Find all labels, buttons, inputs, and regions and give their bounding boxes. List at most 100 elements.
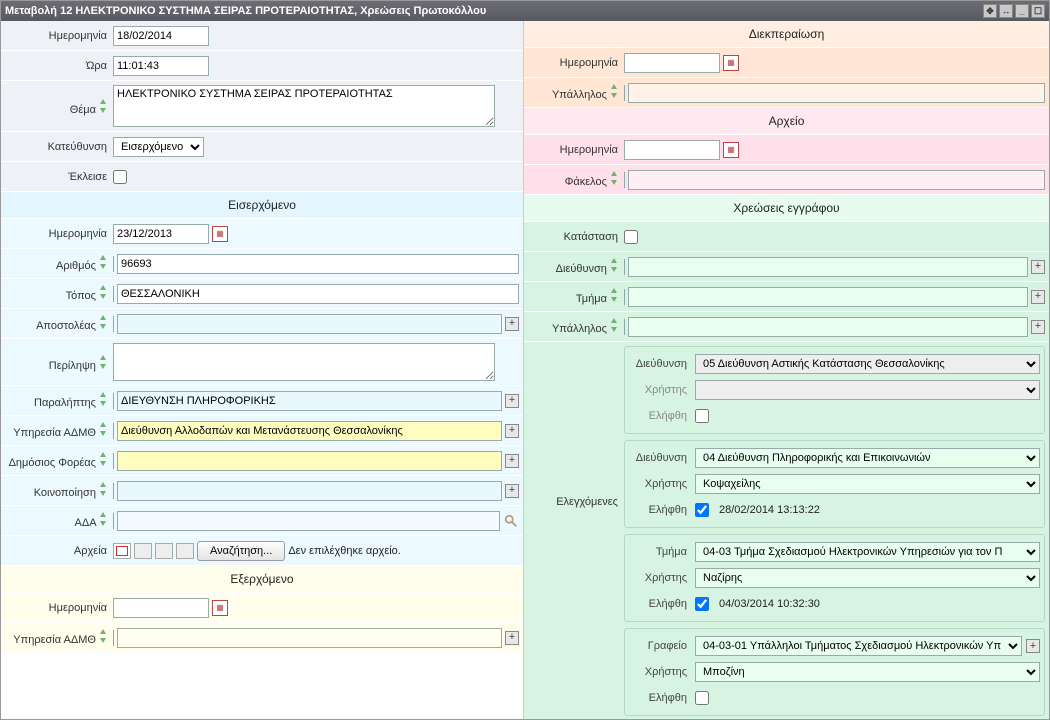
date-input[interactable] [113, 26, 209, 46]
block-key-select[interactable]: 05 Διεύθυνση Αστικής Κατάστασης Θεσσαλον… [695, 354, 1040, 374]
ada-input[interactable] [117, 511, 500, 531]
block-key-select[interactable]: 04 Διεύθυνση Πληροφορικής και Επικοινωνι… [695, 448, 1040, 468]
in-date-input[interactable] [113, 224, 209, 244]
file-browse-button[interactable]: Αναζήτηση... [197, 541, 285, 561]
topic-textarea[interactable]: ΗΛΕΚΤΡΟΝΙΚΟ ΣΥΣΤΗΜΑ ΣΕΙΡΑΣ ΠΡΟΤΕΡΑΙΟΤΗΤΑ… [113, 85, 495, 127]
out-date-label: Ημερομηνία [5, 602, 113, 614]
add-icon[interactable]: + [505, 394, 519, 408]
out-date-input[interactable] [113, 598, 209, 618]
sort-icon[interactable] [99, 355, 107, 369]
sort-icon[interactable] [99, 629, 107, 643]
divider [113, 513, 114, 529]
sort-icon[interactable] [610, 171, 618, 185]
emp-input[interactable] [628, 317, 1028, 337]
public-input[interactable] [117, 451, 502, 471]
add-icon[interactable]: + [505, 424, 519, 438]
sort-icon[interactable] [99, 255, 107, 269]
sort-icon[interactable] [99, 285, 107, 299]
sort-icon[interactable] [610, 318, 618, 332]
arch-date-input[interactable] [624, 140, 720, 160]
proc-emp-input[interactable] [628, 83, 1045, 103]
row-summary: Περίληψη [1, 339, 523, 386]
block-user-select[interactable]: Ναζίρης [695, 568, 1040, 588]
dept-input[interactable] [628, 287, 1028, 307]
row-proc-emp: Υπάλληλος [524, 78, 1049, 108]
add-icon[interactable]: + [505, 484, 519, 498]
calendar-icon[interactable]: ▦ [212, 226, 228, 242]
block-received-checkbox[interactable] [695, 503, 709, 517]
add-icon[interactable]: + [505, 454, 519, 468]
add-icon[interactable]: + [1031, 290, 1045, 304]
block-key-select[interactable]: 04-03 Τμήμα Σχεδιασμού Ηλεκτρονικών Υπηρ… [695, 542, 1040, 562]
sort-icon[interactable] [99, 512, 107, 526]
block-received-checkbox[interactable] [695, 691, 709, 705]
sort-icon[interactable] [99, 315, 107, 329]
row-admth: Υπηρεσία ΑΔΜΘ + [1, 416, 523, 446]
row-recipient: Παραλήπτης + [1, 386, 523, 416]
admth-label-wrap: Υπηρεσία ΑΔΜΘ [5, 422, 113, 439]
time-input[interactable] [113, 56, 209, 76]
block-user-label: Χρήστης [629, 666, 691, 678]
window: Μεταβολή 12 ΗΛΕΚΤΡΟΝΙΚΟ ΣΥΣΤΗΜΑ ΣΕΙΡΑΣ Π… [0, 0, 1050, 720]
status-checkbox[interactable] [624, 230, 638, 244]
add-icon[interactable]: + [1031, 260, 1045, 274]
dir-input[interactable] [628, 257, 1028, 277]
sort-icon[interactable] [610, 258, 618, 272]
calendar-icon[interactable]: ▦ [723, 55, 739, 71]
sort-icon[interactable] [99, 392, 107, 406]
sender-input[interactable] [117, 314, 502, 334]
summary-label-wrap: Περίληψη [5, 343, 113, 372]
restore-icon[interactable]: ↔ [999, 4, 1013, 18]
sort-icon[interactable] [99, 99, 107, 113]
block-user-select[interactable] [695, 380, 1040, 400]
dir-label: Διεύθυνση [556, 263, 607, 275]
out-admth-input[interactable] [117, 628, 502, 648]
sort-icon[interactable] [610, 84, 618, 98]
arch-folder-label: Φάκελος [565, 176, 607, 188]
sort-icon[interactable] [99, 422, 107, 436]
block-user-select[interactable]: Μποζίνη [695, 662, 1040, 682]
add-icon[interactable]: + [1026, 639, 1040, 653]
in-date-label: Ημερομηνία [5, 228, 113, 240]
closed-checkbox[interactable] [113, 170, 127, 184]
file-thumb-icon[interactable] [155, 543, 173, 559]
file-thumb-icon[interactable] [134, 543, 152, 559]
in-num-input[interactable] [117, 254, 519, 274]
sort-icon[interactable] [610, 288, 618, 302]
block-received-checkbox[interactable] [695, 409, 709, 423]
arch-date-label: Ημερομηνία [528, 144, 624, 156]
search-icon[interactable] [503, 513, 519, 529]
row-sender: Αποστολέας + [1, 309, 523, 339]
admth-input[interactable] [117, 421, 502, 441]
sort-icon[interactable] [99, 452, 107, 466]
close-icon[interactable]: ☐ [1031, 4, 1045, 18]
summary-textarea[interactable] [113, 343, 495, 381]
charges-header: Χρεώσεις εγγράφου [524, 195, 1049, 222]
add-icon[interactable]: + [505, 317, 519, 331]
direction-select[interactable]: Εισερχόμενο [113, 137, 204, 157]
block-key-select[interactable]: 04-03-01 Υπάλληλοι Τμήματος Σχεδιασμού Η… [695, 636, 1022, 656]
sort-icon[interactable] [99, 482, 107, 496]
in-place-input[interactable] [117, 284, 519, 304]
dir-label-wrap: Διεύθυνση [528, 258, 624, 275]
move-icon[interactable]: ✥ [983, 4, 997, 18]
row-checked: Ελεγχόμενες Διεύθυνση05 Διεύθυνση Αστική… [524, 342, 1049, 719]
calendar-icon[interactable]: ▦ [212, 600, 228, 616]
closed-label: Έκλεισε [5, 171, 113, 183]
arch-folder-input[interactable] [628, 170, 1045, 190]
recipient-input[interactable] [117, 391, 502, 411]
cc-input[interactable] [117, 481, 502, 501]
calendar-icon[interactable]: ▦ [723, 142, 739, 158]
pdf-icon[interactable] [113, 543, 131, 559]
block-received-checkbox[interactable] [695, 597, 709, 611]
proc-date-input[interactable] [624, 53, 720, 73]
summary-label: Περίληψη [49, 360, 96, 372]
add-icon[interactable]: + [505, 631, 519, 645]
checked-block: Διεύθυνση04 Διεύθυνση Πληροφορικής και Ε… [624, 440, 1045, 528]
block-received-label: Ελήφθη [629, 410, 691, 422]
file-thumb-icon[interactable] [176, 543, 194, 559]
block-user-select[interactable]: Κοψαχείλης [695, 474, 1040, 494]
add-icon[interactable]: + [1031, 320, 1045, 334]
minimize-icon[interactable]: _ [1015, 4, 1029, 18]
divider [113, 453, 114, 469]
